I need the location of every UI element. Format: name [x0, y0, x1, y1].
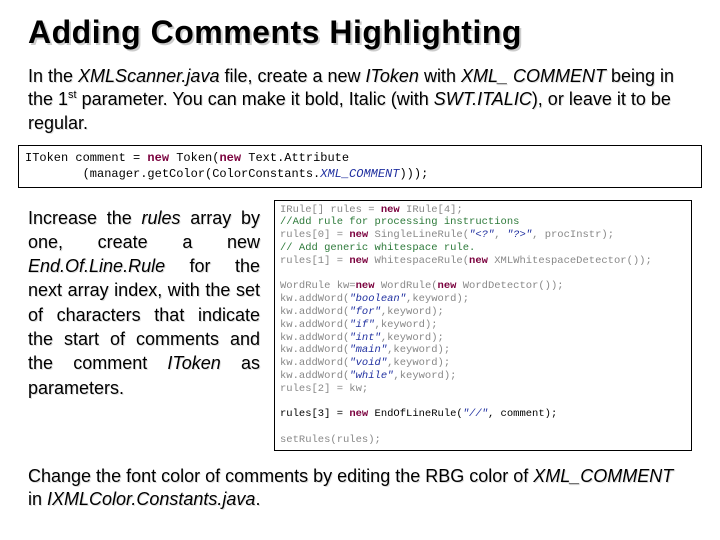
- code-comment: // Add generic whitespace rule.: [280, 242, 475, 254]
- code-string: "void": [349, 357, 387, 369]
- code-text: Text.Attribute: [241, 151, 349, 165]
- row-two-column: Increase the rules array by one, create …: [28, 206, 692, 451]
- text-const: SWT.ITALIC: [434, 89, 532, 109]
- code-keyword: new: [219, 151, 241, 165]
- code-text: ,keyword);: [387, 357, 450, 369]
- code-text: WordDetector());: [456, 280, 563, 292]
- code-string: "<?": [469, 229, 494, 241]
- code-text: rules[2] = kw;: [280, 383, 368, 395]
- code-text: ,keyword);: [387, 344, 450, 356]
- text-class: IToken: [167, 353, 220, 373]
- code-string: "int": [349, 332, 381, 344]
- code-text: EndOfLineRule(: [368, 408, 463, 420]
- code-text: kw.addWord(: [280, 357, 349, 369]
- code-text: , comment);: [488, 408, 557, 420]
- code-text: SingleLineRule(: [368, 229, 469, 241]
- code-keyword: new: [349, 229, 368, 241]
- text-class: End.Of.Line.Rule: [28, 256, 165, 276]
- text: file, create a new: [219, 66, 365, 86]
- code-string: "while": [349, 370, 393, 382]
- slide: Adding Comments Highlighting In the XMLS…: [0, 0, 720, 540]
- code-text: IRule[] rules =: [280, 204, 381, 216]
- text-em: rules: [142, 208, 181, 228]
- text: In the: [28, 66, 78, 86]
- code-text: , procInstr);: [532, 229, 614, 241]
- code-text: Token(: [169, 151, 219, 165]
- text: Change the font color of comments by edi…: [28, 466, 533, 486]
- code-text: kw.addWord(: [280, 344, 349, 356]
- text-filename: IXMLColor.Constants.java: [47, 489, 255, 509]
- slide-title: Adding Comments Highlighting: [28, 14, 692, 51]
- code-text: setRules(rules);: [280, 434, 381, 446]
- text: parameter. You can make it bold, Italic …: [77, 89, 434, 109]
- code-text: ,keyword);: [381, 332, 444, 344]
- code-string: "main": [349, 344, 387, 356]
- code-string: "?>": [507, 229, 532, 241]
- code-text: WhitespaceRule(: [368, 255, 469, 267]
- code-string: "//": [463, 408, 488, 420]
- code-text: IToken comment =: [25, 151, 147, 165]
- text: .: [255, 489, 260, 509]
- code-snippet-1: IToken comment = new Token(new Text.Attr…: [18, 145, 702, 187]
- code-string: "boolean": [349, 293, 406, 305]
- text-super: st: [68, 89, 77, 101]
- text-class: IToken: [366, 66, 419, 86]
- code-text: ,keyword);: [381, 306, 444, 318]
- code-string: "if": [349, 319, 374, 331]
- code-string: "for": [349, 306, 381, 318]
- code-text: kw.addWord(: [280, 370, 349, 382]
- code-text: rules[1] =: [280, 255, 349, 267]
- paragraph-3: Change the font color of comments by edi…: [28, 465, 692, 512]
- code-text: kw.addWord(: [280, 293, 349, 305]
- code-text: ];: [450, 204, 463, 216]
- code-comment: //Add rule for processing instructions: [280, 216, 519, 228]
- code-keyword: new: [147, 151, 169, 165]
- text-const: XML_COMMENT: [533, 466, 673, 486]
- code-text: ,keyword);: [406, 293, 469, 305]
- text: in: [28, 489, 47, 509]
- code-keyword: new: [381, 204, 400, 216]
- code-text: rules[3] =: [280, 408, 349, 420]
- code-text: XMLWhitespaceDetector());: [488, 255, 652, 267]
- text: Increase the: [28, 208, 142, 228]
- code-snippet-2: IRule[] rules = new IRule[4]; //Add rule…: [274, 200, 692, 451]
- code-text: ,: [494, 229, 507, 241]
- code-text: kw.addWord(: [280, 332, 349, 344]
- code-keyword: new: [349, 255, 368, 267]
- code-text: kw.addWord(: [280, 319, 349, 331]
- code-text: WordRule kw=: [280, 280, 356, 292]
- paragraph-1: In the XMLScanner.java file, create a ne…: [28, 65, 692, 135]
- code-text: )));: [399, 167, 428, 181]
- code-text: IRule[: [400, 204, 444, 216]
- code-text: ,keyword);: [393, 370, 456, 382]
- paragraph-2: Increase the rules array by one, create …: [28, 206, 260, 400]
- code-keyword: new: [469, 255, 488, 267]
- code-text: ,keyword);: [375, 319, 438, 331]
- text-filename: XMLScanner.java: [78, 66, 219, 86]
- code-text: WordRule(: [375, 280, 438, 292]
- text: with: [419, 66, 461, 86]
- code-keyword: new: [438, 280, 457, 292]
- text-const: XML_ COMMENT: [461, 66, 606, 86]
- code-keyword: new: [349, 408, 368, 420]
- code-text: (manager.getColor(ColorConstants.: [25, 167, 320, 181]
- code-text: rules[0] =: [280, 229, 349, 241]
- code-keyword: new: [356, 280, 375, 292]
- code-constant: XML_COMMENT: [320, 167, 399, 181]
- code-text: kw.addWord(: [280, 306, 349, 318]
